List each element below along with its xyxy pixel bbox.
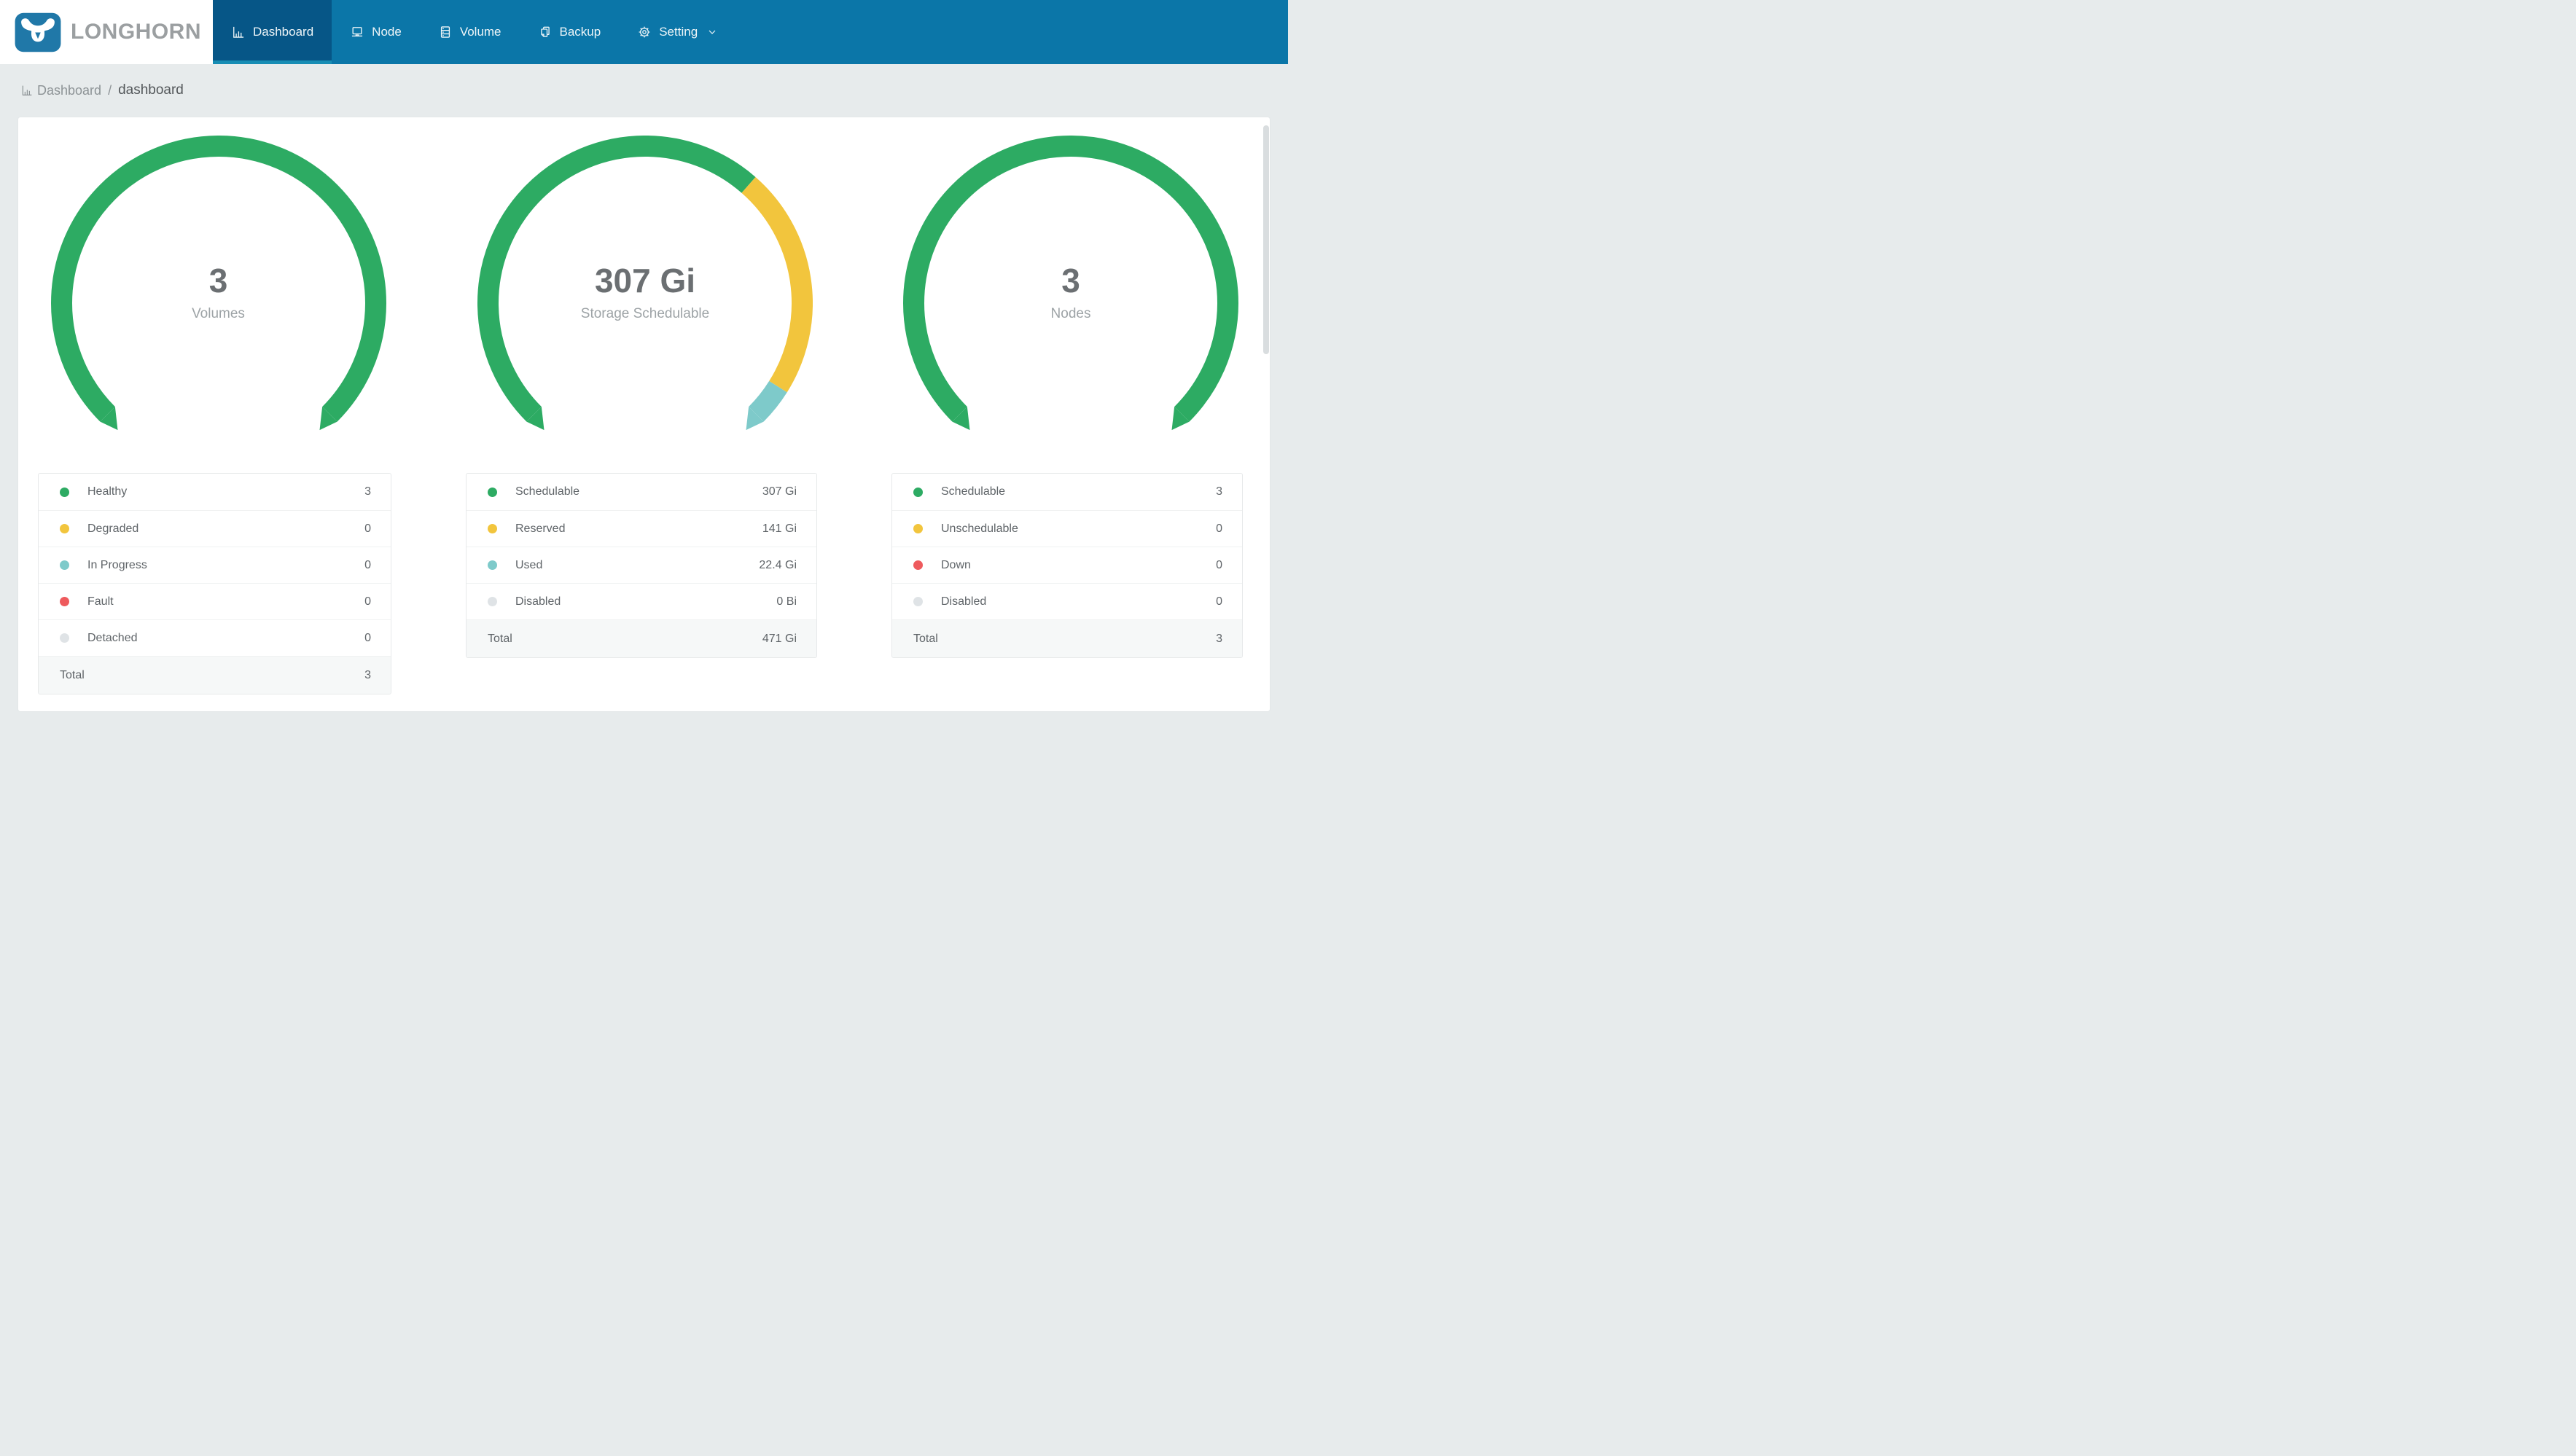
legend-label: Detached [87, 631, 138, 644]
legend-color-dot [488, 524, 497, 533]
legend-total-row: Total 471 Gi [467, 619, 816, 657]
copy-icon [540, 26, 550, 37]
legend-color-dot [60, 633, 69, 643]
nav-tab-backup[interactable]: Backup [520, 0, 620, 64]
gear-icon [639, 26, 650, 38]
legend-color-dot [60, 524, 69, 533]
logo[interactable]: LONGHORN [0, 0, 213, 64]
nav-tab-volume[interactable]: Volume [420, 0, 520, 64]
legend-table: Schedulable 307 Gi Reserved 141 Gi Used … [466, 473, 817, 658]
legend-value: 3 [364, 485, 371, 498]
legend-color-dot [488, 487, 497, 497]
legend-color-dot [913, 524, 923, 533]
legend-color-dot [913, 560, 923, 570]
legend-label: Unschedulable [941, 522, 1018, 535]
breadcrumb-section[interactable]: Dashboard [37, 83, 101, 98]
breadcrumb-separator: / [108, 82, 112, 98]
legend-value: 0 [364, 595, 371, 608]
legend-label: Schedulable [941, 485, 1006, 498]
legend-color-dot [60, 560, 69, 570]
legend-value: 0 [1216, 595, 1222, 608]
legend-label: Down [941, 558, 971, 571]
storage-icon [440, 26, 450, 38]
legend-label: Used [515, 558, 543, 571]
legend-value: 0 [364, 631, 371, 644]
legend-row-reserved: Reserved 141 Gi [467, 510, 816, 547]
legend-value: 3 [1216, 485, 1222, 498]
legend-row-healthy: Healthy 3 [39, 474, 391, 510]
nav-tabs: Dashboard Node Volume Backup Setting [213, 0, 736, 64]
total-label: Total [60, 668, 85, 681]
legend-row-disabled: Disabled 0 [892, 583, 1242, 619]
legend-total-row: Total 3 [39, 656, 391, 694]
bar-chart-icon [22, 85, 32, 95]
legend-row-degraded: Degraded 0 [39, 510, 391, 547]
legend-value: 141 Gi [762, 522, 797, 535]
legend-row-schedulable: Schedulable 3 [892, 474, 1242, 510]
legend-label: Schedulable [515, 485, 580, 498]
legend-total-row: Total 3 [892, 619, 1242, 657]
brand-name: LONGHORN [71, 20, 201, 44]
legend-value: 0 Bi [776, 595, 797, 608]
gauge-panel-nodes: 3 Nodes Schedulable 3 Unschedulable 0 Do… [891, 136, 1243, 658]
legend-body: Healthy 3 Degraded 0 In Progress 0 Fault… [39, 474, 391, 656]
legend-label: Fault [87, 595, 114, 608]
legend-value: 0 [364, 558, 371, 571]
legend-value: 0 [364, 522, 371, 535]
legend-table: Schedulable 3 Unschedulable 0 Down 0 Dis… [891, 473, 1243, 658]
longhorn-logo-icon [15, 12, 61, 52]
legend-row-disabled: Disabled 0 Bi [467, 583, 816, 619]
legend-row-down: Down 0 [892, 547, 1242, 583]
total-value: 3 [364, 668, 371, 681]
page: LONGHORN Dashboard Node Volume Backup Se… [0, 0, 1288, 728]
legend-row-used: Used 22.4 Gi [467, 547, 816, 583]
legend-label: Disabled [941, 595, 987, 608]
breadcrumb: Dashboard / dashboard [0, 64, 1288, 117]
legend-color-dot [913, 597, 923, 606]
legend-label: Reserved [515, 522, 566, 535]
legend-value: 0 [1216, 522, 1222, 535]
gauge-chart [903, 136, 1238, 431]
legend-label: Healthy [87, 485, 128, 498]
legend-color-dot [488, 597, 497, 606]
legend-value: 0 [1216, 558, 1222, 571]
nav-tab-dashboard[interactable]: Dashboard [213, 0, 332, 64]
legend-color-dot [913, 487, 923, 497]
gauge-panel-volumes: 3 Volumes Healthy 3 Degraded 0 In Progre… [38, 136, 391, 694]
legend-value: 22.4 Gi [759, 558, 797, 571]
legend-label: Disabled [515, 595, 561, 608]
legend-value: 307 Gi [762, 485, 797, 498]
legend-table: Healthy 3 Degraded 0 In Progress 0 Fault… [38, 473, 391, 694]
legend-body: Schedulable 307 Gi Reserved 141 Gi Used … [467, 474, 816, 619]
legend-color-dot [60, 597, 69, 606]
breadcrumb-current: dashboard [118, 82, 184, 98]
legend-row-detached: Detached 0 [39, 619, 391, 656]
nav-tab-setting[interactable]: Setting [619, 0, 736, 64]
nav-tab-node[interactable]: Node [332, 0, 420, 64]
total-label: Total [488, 632, 512, 645]
legend-row-fault: Fault 0 [39, 583, 391, 619]
total-value: 471 Gi [762, 632, 797, 645]
legend-body: Schedulable 3 Unschedulable 0 Down 0 Dis… [892, 474, 1242, 619]
legend-color-dot [488, 560, 497, 570]
gauge-chart [50, 136, 386, 431]
dashboard-card: 3 Volumes Healthy 3 Degraded 0 In Progre… [17, 117, 1271, 712]
legend-label: Degraded [87, 522, 139, 535]
legend-row-in-progress: In Progress 0 [39, 547, 391, 583]
gauge-panel-storage-schedulable: 307 Gi Storage Schedulable Schedulable 3… [466, 136, 817, 658]
legend-row-schedulable: Schedulable 307 Gi [467, 474, 816, 510]
laptop-icon [352, 27, 363, 37]
bar-chart-icon [233, 26, 244, 38]
gauge-chart [477, 136, 813, 431]
chevron-down-icon [709, 30, 716, 34]
top-navbar: LONGHORN Dashboard Node Volume Backup Se… [0, 0, 1288, 64]
total-label: Total [913, 632, 938, 645]
legend-label: In Progress [87, 558, 147, 571]
legend-row-unschedulable: Unschedulable 0 [892, 510, 1242, 547]
total-value: 3 [1216, 632, 1222, 645]
legend-color-dot [60, 487, 69, 497]
scrollbar-thumb[interactable] [1263, 125, 1269, 354]
